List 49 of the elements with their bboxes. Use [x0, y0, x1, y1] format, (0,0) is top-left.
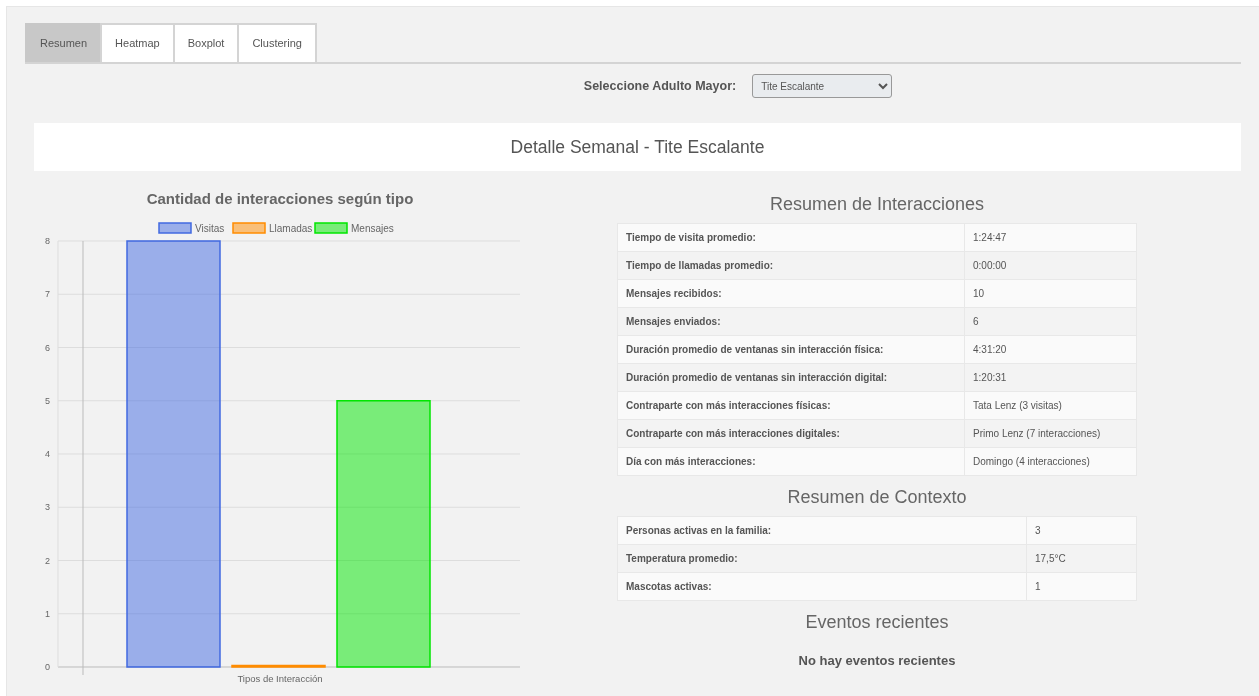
row-value: 3 — [1026, 516, 1137, 545]
elder-select[interactable]: Tite Escalante — [752, 74, 893, 98]
legend-label: Llamadas — [269, 223, 313, 234]
row-value: 1 — [1026, 572, 1137, 601]
axis-tick-label: 5 — [45, 395, 50, 406]
row-label: Duración promedio de ventanas sin interacción digital: — [617, 363, 965, 392]
row-label: Tiempo de llamadas promedio: — [617, 251, 965, 280]
row-label: Duración promedio de ventanas sin interacción física: — [617, 335, 965, 364]
tab[interactable]: Boxplot — [172, 23, 240, 62]
section-title: Detalle Semanal - Tite Escalante — [34, 123, 1241, 171]
axis-tick-label: 2 — [45, 555, 50, 566]
axis-tick-label: 6 — [45, 342, 50, 353]
axis-tick-label: 1 — [45, 608, 50, 619]
row-value: 17,5°C — [1026, 544, 1137, 573]
row-label: Mensajes recibidos: — [617, 279, 965, 308]
axis-tick-label: 3 — [45, 502, 50, 513]
axis-tick-label: 8 — [45, 236, 50, 246]
row-value: 10 — [964, 279, 1137, 308]
axis-title: Tipos de Interacción — [237, 673, 323, 684]
row-label: Personas activas en la familia: — [617, 516, 1027, 545]
legend-label: Mensajes — [351, 223, 394, 234]
section-heading: Resumen de Contexto — [787, 486, 967, 509]
row-value: 1:20:31 — [964, 363, 1137, 392]
row-value: 4:31:20 — [964, 335, 1137, 364]
row-value: Tata Lenz (3 visitas) — [964, 391, 1137, 420]
row-value: 1:24:47 — [964, 223, 1137, 252]
row-label: Tiempo de visita promedio: — [617, 223, 965, 252]
selector-label: Seleccione Adulto Mayor: — [583, 77, 737, 95]
section-heading: Eventos recientes — [805, 611, 949, 634]
tab[interactable]: Heatmap — [100, 23, 175, 62]
empty-message: No hay eventos recientes — [798, 652, 956, 670]
row-value: Domingo (4 interacciones) — [964, 447, 1137, 476]
legend-label: Visitas — [195, 223, 225, 234]
row-label: Contraparte con más interacciones digitales: — [617, 419, 965, 448]
axis-tick-label: 0 — [45, 662, 50, 672]
chart-title: Cantidad de interacciones según tipo — [146, 190, 414, 207]
row-label: Mensajes enviados: — [617, 307, 965, 336]
row-label: Día con más interacciones: — [617, 447, 965, 476]
row-label: Temperatura promedio: — [617, 544, 1027, 573]
row-value: 6 — [964, 307, 1137, 336]
section-heading: Resumen de Interacciones — [769, 193, 985, 216]
axis-tick-label: 4 — [45, 449, 50, 459]
row-label: Contraparte con más interacciones físicas: — [617, 391, 965, 420]
tab[interactable]: Resumen — [25, 23, 103, 62]
tab[interactable]: Clustering — [237, 23, 317, 62]
row-label: Mascotas activas: — [617, 572, 1027, 601]
row-value: Primo Lenz (7 interacciones) — [964, 419, 1137, 448]
row-value: 0:00:00 — [964, 251, 1137, 280]
axis-tick-label: 7 — [45, 289, 50, 300]
